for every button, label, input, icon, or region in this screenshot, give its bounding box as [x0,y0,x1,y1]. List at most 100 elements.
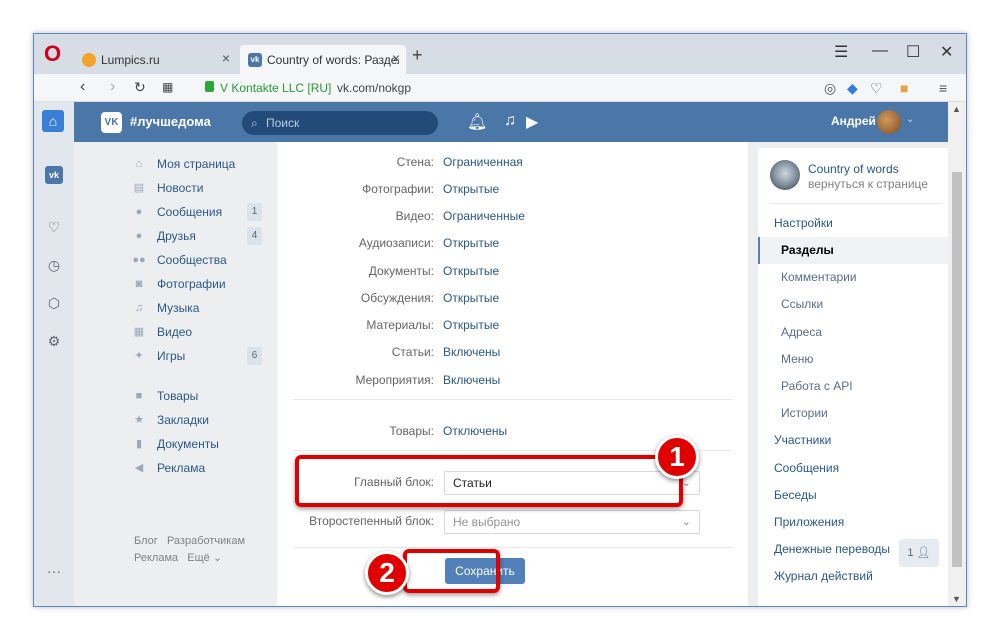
menu-chats[interactable]: Беседы [758,482,954,509]
vk-logo[interactable]: VK [101,112,122,133]
shield-icon[interactable]: ◆ [847,80,858,97]
settings-icon[interactable]: ⚙ [45,332,63,350]
url-field[interactable]: vk.com/nokgp [337,81,411,95]
scroll-thumb[interactable] [952,172,962,567]
bell-icon[interactable]: 🔔︎ [467,112,487,132]
menu-log[interactable]: Журнал действий [758,563,954,590]
section-value-link[interactable]: Открытые [443,264,499,278]
section-value-link[interactable]: Открытые [443,291,499,305]
goods-icon: ■ [135,390,143,402]
menu-item-news[interactable]: ▤ Новости [132,178,262,198]
heart-icon[interactable]: ♡ [45,218,63,236]
lock-icon[interactable] [205,81,214,92]
tab-close-icon[interactable]: × [392,50,400,66]
footer-blog-link[interactable]: Блог [134,535,158,547]
star-icon: ★ [134,414,144,426]
menu-item-friends[interactable]: ● Друзья 4 [132,226,262,246]
box-icon[interactable]: ⬡ [45,294,63,312]
group-name[interactable]: Country of words [808,162,899,176]
menu-item-video[interactable]: ▦ Видео [132,322,262,342]
menu-item-documents[interactable]: ▮ Документы [132,434,262,454]
vk-sidebar-icon[interactable]: vk [45,166,63,184]
chat-button[interactable]: 1 👤︎ [899,539,939,567]
section-value-link[interactable]: Открытые [443,318,499,332]
reload-icon[interactable]: ↻ [134,79,146,96]
heart-icon[interactable]: ♡ [870,80,883,97]
footer-more-link[interactable]: Ещё ⌄ [187,552,222,564]
more-icon[interactable]: ··· [45,562,63,580]
footer-dev-link[interactable]: Разработчикам [167,535,245,547]
section-value-link[interactable]: Ограниченные [443,209,525,223]
menu-apps[interactable]: Приложения [758,509,954,536]
group-header: Country of words вернуться к странице [770,160,942,204]
scrollbar[interactable]: ▲ ▼ [948,102,966,606]
section-value-link[interactable]: Открытые [443,182,499,196]
secondary-block-select[interactable]: Не выбрано ⌄ [444,510,700,534]
news-icon: ▤ [133,182,145,194]
easy-setup-icon[interactable]: ≡ [939,80,947,96]
menu-addresses[interactable]: Адреса [758,319,954,346]
menu-stories[interactable]: Истории [758,400,954,427]
menu-menu[interactable]: Меню [758,346,954,373]
tab-vk[interactable]: vk Country of words: Разделы × [240,45,406,74]
menu-item-bookmarks[interactable]: ★ Закладки [132,410,262,430]
maximize-icon[interactable]: ☐ [906,42,920,62]
speed-dial-icon[interactable]: ▦ [162,80,173,94]
section-value-link[interactable]: Включены [443,373,500,387]
music-icon[interactable]: ♫ [504,112,516,130]
tab-menu-icon[interactable]: ☰ [834,42,848,62]
lumpics-favicon-icon [82,52,96,67]
vk-hashtag[interactable]: #лучшедома [130,114,211,129]
avatar[interactable] [877,110,901,134]
close-window-icon[interactable]: ✕ [940,42,953,62]
menu-settings[interactable]: Настройки [758,210,954,237]
footer-ads-link[interactable]: Реклама [134,552,178,564]
menu-item-photos[interactable]: ◙ Фотографии [132,274,262,294]
tab-close-icon[interactable]: × [222,50,230,66]
group-avatar[interactable] [770,160,800,190]
menu-item-music[interactable]: ♫ Музыка [132,298,262,318]
menu-item-goods[interactable]: ■ Товары [132,386,262,406]
tab-lumpics[interactable]: Lumpics.ru × [74,45,236,74]
menu-api[interactable]: Работа с API [758,373,954,400]
back-to-page-link[interactable]: вернуться к странице [808,177,928,191]
step-badge-1: 1 [655,435,699,479]
chevron-down-icon[interactable]: ⌄ [906,114,914,125]
menu-sections[interactable]: Разделы [758,237,954,264]
section-value-link[interactable]: Отключены [443,424,507,438]
section-value-link[interactable]: Открытые [443,236,499,250]
menu-messages[interactable]: Сообщения [758,455,954,482]
camera-icon[interactable]: ◎ [824,80,836,97]
history-icon[interactable]: ◷ [45,256,63,274]
scroll-up-icon[interactable]: ▲ [952,104,961,114]
divider [293,399,732,400]
user-name[interactable]: Андрей [831,114,876,128]
new-tab-button[interactable]: + [412,45,423,66]
back-icon[interactable]: ‹ [80,78,85,96]
opera-logo-icon[interactable]: O [44,43,62,65]
menu-members[interactable]: Участники [758,427,954,454]
tab-title: Lumpics.ru [101,52,160,67]
site-identity[interactable]: V Kontakte LLC [RU] [220,81,331,95]
play-icon[interactable]: ▶ [526,112,538,132]
groups-icon: ●● [132,254,146,266]
home-icon[interactable]: ⌂ [42,110,64,132]
minimize-icon[interactable]: — [872,42,888,60]
menu-item-groups[interactable]: ●● Сообщества [132,250,262,270]
section-value-link[interactable]: Ограниченная [443,155,523,169]
menu-links[interactable]: Ссылки [758,291,954,318]
extension-icon[interactable]: ■ [900,80,908,96]
search-input[interactable]: ⌕ Поиск [242,111,438,135]
section-value-link[interactable]: Включены [443,345,500,359]
menu-item-messages[interactable]: ● Сообщения 1 [132,202,262,222]
friends-icon: ● [135,230,143,242]
menu-item-games[interactable]: ✦ Игры 6 [132,346,262,366]
scroll-down-icon[interactable]: ▼ [952,594,961,604]
menu-item-my-page[interactable]: ⌂ Моя страница [132,154,262,174]
vk-favicon-icon: vk [248,52,262,67]
menu-item-ads[interactable]: ◀ Реклама [132,458,262,478]
games-icon: ✦ [134,350,144,362]
highlight-main-block [295,455,683,507]
menu-comments[interactable]: Комментарии [758,264,954,291]
forward-icon[interactable]: › [110,78,115,96]
